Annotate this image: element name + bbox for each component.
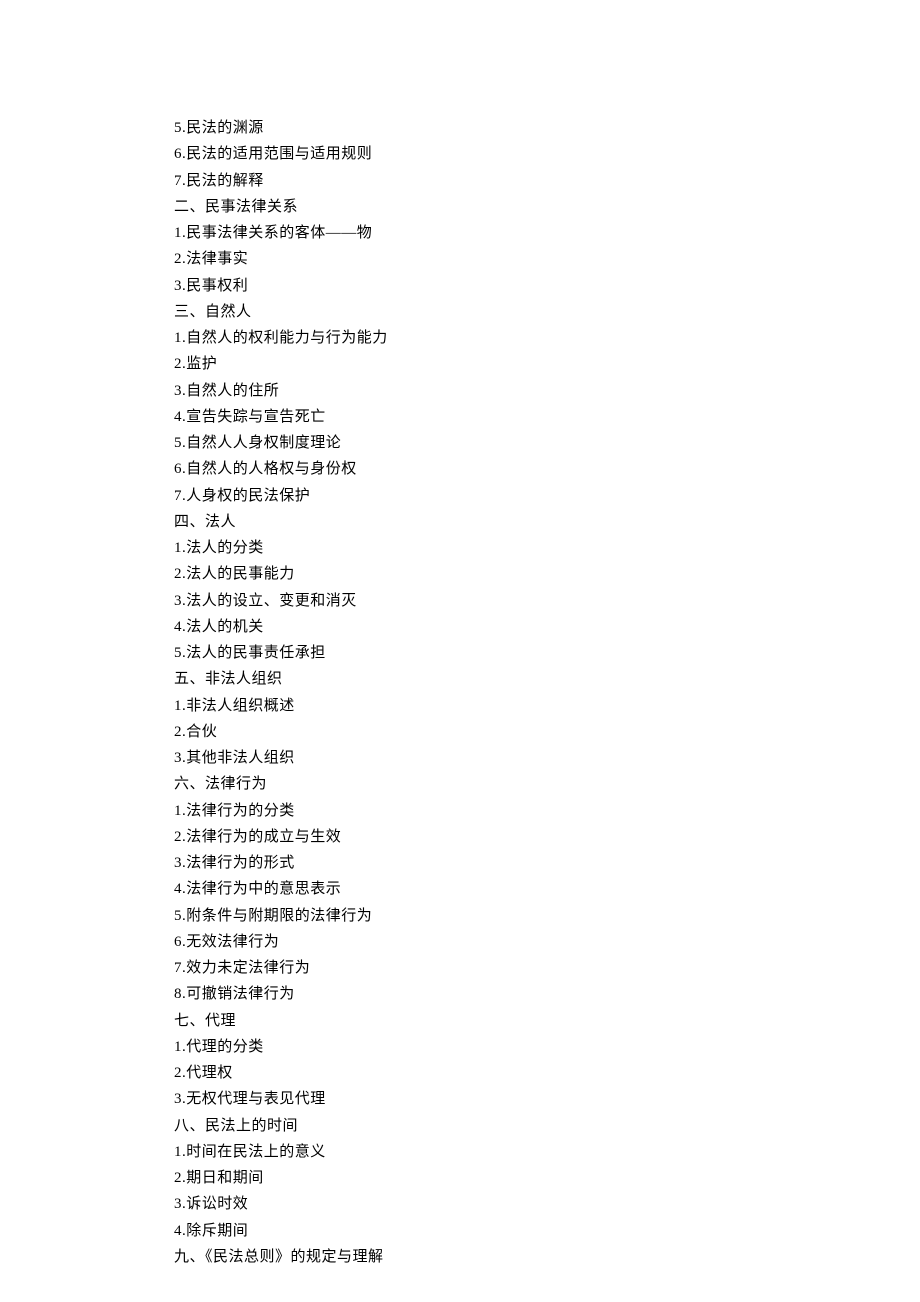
outline-line: 1.非法人组织概述 [174, 693, 800, 719]
outline-line: 三、自然人 [174, 299, 800, 325]
outline-line: 3.诉讼时效 [174, 1191, 800, 1217]
outline-line: 3.法人的设立、变更和消灭 [174, 588, 800, 614]
outline-line: 二、民事法律关系 [174, 194, 800, 220]
outline-line: 1.自然人的权利能力与行为能力 [174, 325, 800, 351]
outline-line: 7.效力未定法律行为 [174, 955, 800, 981]
outline-line: 5.附条件与附期限的法律行为 [174, 903, 800, 929]
outline-line: 3.自然人的住所 [174, 378, 800, 404]
outline-line: 5.自然人人身权制度理论 [174, 430, 800, 456]
outline-line: 1.代理的分类 [174, 1034, 800, 1060]
outline-line: 2.法律行为的成立与生效 [174, 824, 800, 850]
outline-line: 4.法人的机关 [174, 614, 800, 640]
outline-line: 七、代理 [174, 1008, 800, 1034]
outline-line: 4.法律行为中的意思表示 [174, 876, 800, 902]
outline-line: 5.民法的渊源 [174, 115, 800, 141]
outline-line: 2.法人的民事能力 [174, 561, 800, 587]
outline-line: 1.时间在民法上的意义 [174, 1139, 800, 1165]
outline-line: 6.自然人的人格权与身份权 [174, 456, 800, 482]
outline-line: 3.民事权利 [174, 273, 800, 299]
outline-line: 3.无权代理与表见代理 [174, 1086, 800, 1112]
outline-line: 4.宣告失踪与宣告死亡 [174, 404, 800, 430]
outline-line: 7.人身权的民法保护 [174, 483, 800, 509]
outline-line: 7.民法的解释 [174, 168, 800, 194]
outline-line: 四、法人 [174, 509, 800, 535]
outline-line: 4.除斥期间 [174, 1218, 800, 1244]
outline-line: 3.其他非法人组织 [174, 745, 800, 771]
outline-line: 1.法人的分类 [174, 535, 800, 561]
outline-line: 1.法律行为的分类 [174, 798, 800, 824]
document-content: 5.民法的渊源 6.民法的适用范围与适用规则 7.民法的解释 二、民事法律关系 … [174, 115, 800, 1270]
outline-line: 五、非法人组织 [174, 666, 800, 692]
outline-line: 六、法律行为 [174, 771, 800, 797]
outline-line: 2.期日和期间 [174, 1165, 800, 1191]
outline-line: 6.民法的适用范围与适用规则 [174, 141, 800, 167]
outline-line: 2.监护 [174, 351, 800, 377]
outline-line: 1.民事法律关系的客体——物 [174, 220, 800, 246]
outline-line: 3.法律行为的形式 [174, 850, 800, 876]
outline-line: 2.代理权 [174, 1060, 800, 1086]
outline-line: 2.法律事实 [174, 246, 800, 272]
outline-line: 九、《民法总则》的规定与理解 [174, 1244, 800, 1270]
outline-line: 6.无效法律行为 [174, 929, 800, 955]
outline-line: 8.可撤销法律行为 [174, 981, 800, 1007]
outline-line: 2.合伙 [174, 719, 800, 745]
outline-line: 5.法人的民事责任承担 [174, 640, 800, 666]
outline-line: 八、民法上的时间 [174, 1113, 800, 1139]
